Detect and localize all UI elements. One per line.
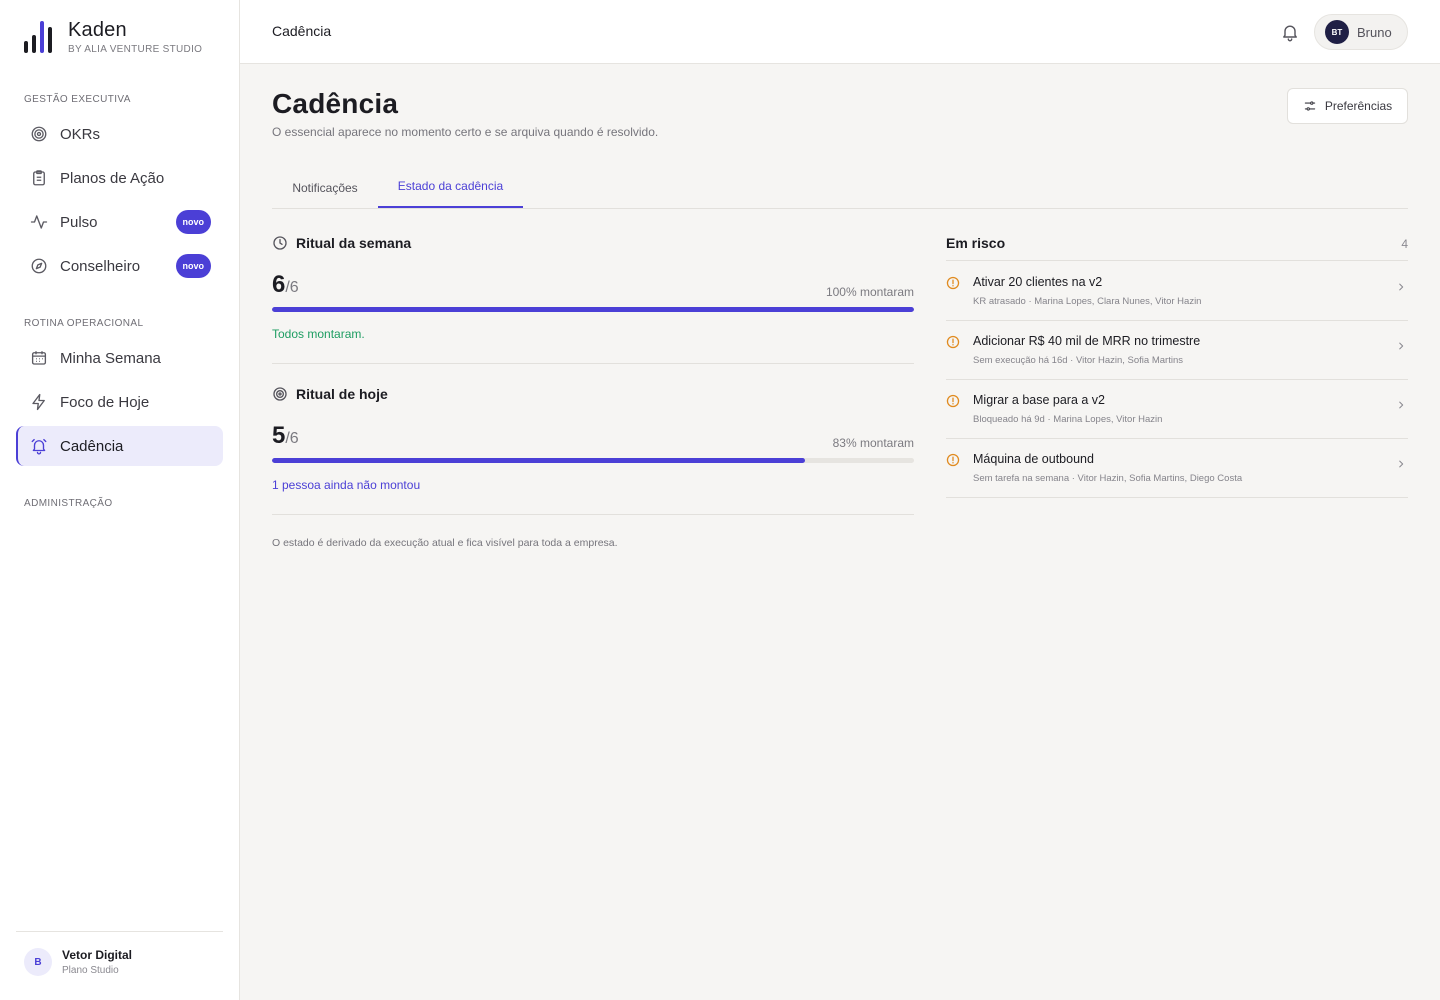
page-title: Cadência <box>272 88 399 119</box>
ritual-percent: 100% montaram <box>825 285 914 299</box>
at-risk-count: 4 <box>1401 237 1408 251</box>
risk-item-title: Ativar 20 clientes na v2 <box>973 275 1103 289</box>
warning-icon <box>946 394 960 408</box>
sidebar-item-label: Foco de Hoje <box>60 393 150 411</box>
user-name: Bruno <box>1357 24 1392 40</box>
calendar-icon <box>30 349 48 367</box>
pending-people-link[interactable]: 1 pessoa ainda não montou <box>272 478 420 492</box>
sidebar-item-planos-de-acao[interactable]: Planos de Ação <box>16 158 223 198</box>
sidebar: Kaden BY ALIA VENTURE STUDIO GESTÃO EXEC… <box>0 0 240 1000</box>
warning-icon <box>946 335 960 349</box>
org-plan: Plano Studio <box>62 965 119 976</box>
risk-item-meta: Sem tarefa na semana · Vitor Hazin, Sofi… <box>973 473 1243 484</box>
topbar: Cadência BT Bruno <box>240 0 1440 64</box>
ritual-count-value: 5 <box>272 422 286 449</box>
org-name: Vetor Digital <box>62 948 133 962</box>
target-icon <box>30 125 48 143</box>
section-label-administracao: ADMINISTRAÇÃO <box>24 498 113 509</box>
sidebar-item-okrs[interactable]: OKRs <box>16 114 223 154</box>
ritual-count: 6/6 <box>272 271 299 299</box>
preferences-button[interactable]: Preferências <box>1287 88 1408 124</box>
sidebar-item-label: Planos de Ação <box>60 169 165 187</box>
kaden-logo-icon <box>24 20 58 55</box>
new-badge: novo <box>175 210 211 234</box>
topbar-title: Cadência <box>272 23 332 39</box>
at-risk-title: Em risco <box>946 235 1006 251</box>
risk-item-meta: Bloqueado há 9d · Marina Lopes, Vitor Ha… <box>973 414 1163 425</box>
chevron-right-icon <box>1396 456 1406 468</box>
risk-item[interactable]: Migrar a base para a v2 Bloqueado há 9d … <box>946 379 1408 437</box>
brand[interactable]: Kaden BY ALIA VENTURE STUDIO <box>24 20 202 55</box>
chevron-right-icon <box>1396 397 1406 409</box>
chevron-right-icon <box>1396 279 1406 291</box>
chevron-right-icon <box>1396 338 1406 350</box>
ritual-title: Ritual da semana <box>296 235 412 251</box>
target-icon <box>272 386 288 402</box>
sidebar-item-label: Pulso <box>60 213 98 231</box>
section-label-gestao-executiva: GESTÃO EXECUTIVA <box>24 94 131 105</box>
divider <box>272 363 914 364</box>
tabs: Notificações Estado da cadência <box>272 166 1408 209</box>
avatar: BT <box>1325 20 1349 44</box>
section-label-rotina-operacional: ROTINA OPERACIONAL <box>24 318 144 329</box>
tab-estado-da-cadencia[interactable]: Estado da cadência <box>378 166 523 208</box>
sidebar-item-pulso[interactable]: Pulso novo <box>16 202 223 242</box>
org-avatar: B <box>24 948 52 976</box>
org-switcher[interactable]: B Vetor Digital Plano Studio <box>24 948 132 976</box>
bolt-icon <box>30 393 48 411</box>
compass-icon <box>30 257 48 275</box>
risk-item-meta: Sem execução há 16d · Vitor Hazin, Sofia… <box>973 355 1183 366</box>
risk-item-title: Máquina de outbound <box>973 452 1094 466</box>
ritual-title: Ritual de hoje <box>296 386 388 402</box>
alarm-bell-icon <box>30 437 48 455</box>
bell-icon[interactable] <box>1280 22 1300 42</box>
sidebar-item-label: Minha Semana <box>60 349 161 367</box>
sidebar-item-minha-semana[interactable]: Minha Semana <box>16 338 223 378</box>
preferences-label: Preferências <box>1324 99 1393 113</box>
user-menu-button[interactable]: BT Bruno <box>1314 14 1408 50</box>
sidebar-divider <box>16 931 223 932</box>
ritual-status-note: Todos montaram. <box>272 327 365 341</box>
risk-item[interactable]: Máquina de outbound Sem tarefa na semana… <box>946 438 1408 496</box>
warning-icon <box>946 276 960 290</box>
ritual-heading: Ritual de hoje <box>272 386 388 402</box>
risk-item-title: Migrar a base para a v2 <box>973 393 1106 407</box>
clock-icon <box>272 235 288 251</box>
sidebar-item-label: Cadência <box>60 437 124 455</box>
ritual-count-total: /6 <box>285 430 299 447</box>
footnote: O estado é derivado da execução atual e … <box>272 537 618 549</box>
clipboard-icon <box>30 169 48 187</box>
ritual-percent: 83% montaram <box>832 436 914 450</box>
brand-tagline: BY ALIA VENTURE STUDIO <box>68 44 203 55</box>
risk-item[interactable]: Ativar 20 clientes na v2 KR atrasado · M… <box>946 261 1408 319</box>
divider <box>272 514 914 515</box>
ritual-count: 5/6 <box>272 422 299 450</box>
sidebar-item-foco-de-hoje[interactable]: Foco de Hoje <box>16 382 223 422</box>
ritual-count-total: /6 <box>285 279 299 296</box>
warning-icon <box>946 453 960 467</box>
sidebar-item-cadencia[interactable]: Cadência <box>16 426 223 466</box>
ritual-heading: Ritual da semana <box>272 235 411 251</box>
progress-bar-fill <box>272 458 805 463</box>
risk-item[interactable]: Adicionar R$ 40 mil de MRR no trimestre … <box>946 320 1408 378</box>
sliders-icon <box>1304 101 1316 111</box>
risk-item-meta: KR atrasado · Marina Lopes, Clara Nunes,… <box>973 296 1202 307</box>
new-badge: novo <box>175 254 211 278</box>
tab-notificacoes[interactable]: Notificações <box>272 166 378 209</box>
activity-icon <box>30 213 48 231</box>
page-subtitle: O essencial aparece no momento certo e s… <box>272 125 659 139</box>
risk-item-title: Adicionar R$ 40 mil de MRR no trimestre <box>973 334 1201 348</box>
sidebar-item-label: Conselheiro <box>60 257 141 275</box>
brand-name: Kaden <box>68 19 127 41</box>
progress-bar-fill <box>272 307 914 312</box>
ritual-count-value: 6 <box>272 271 286 298</box>
sidebar-item-conselheiro[interactable]: Conselheiro novo <box>16 246 223 286</box>
progress-bar <box>272 307 914 312</box>
progress-bar <box>272 458 914 463</box>
sidebar-item-label: OKRs <box>60 125 101 143</box>
divider <box>946 497 1408 498</box>
